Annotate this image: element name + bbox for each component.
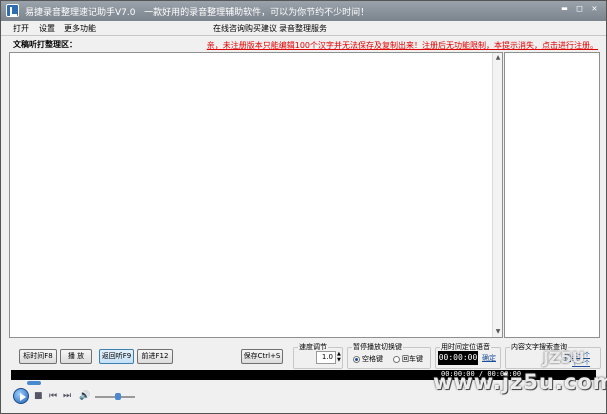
mark-time-button[interactable]: 标时间F8: [19, 349, 57, 364]
space-key-radio[interactable]: 空格键: [353, 354, 383, 364]
menu-open[interactable]: 打开: [13, 23, 29, 34]
stop-icon[interactable]: ■: [34, 391, 43, 401]
speed-input[interactable]: 1.0: [316, 351, 336, 364]
menu-service[interactable]: 录音整理服务: [279, 23, 327, 34]
menu-settings[interactable]: 设置: [39, 23, 55, 34]
menu-consult[interactable]: 在线咨询购买建议: [213, 23, 277, 34]
editor-header: 文稿听打整理区： 亲，未注册版本只能编辑100个汉字并无法保存及复制出来！注册后…: [1, 35, 606, 51]
transcript-textarea[interactable]: ▲ ▼: [9, 52, 503, 338]
control-strip: 标时间F8 播 放 返回听F9 前进F12 保存Ctrl+S 速度调节 1.0 …: [1, 339, 606, 369]
scroll-down-icon[interactable]: ▼: [494, 328, 502, 336]
seek-bar[interactable]: [11, 381, 596, 387]
menu-more[interactable]: 更多功能: [64, 23, 96, 34]
search-label: 内容文字搜索查询: [510, 342, 568, 352]
enter-key-radio[interactable]: 回车键: [393, 354, 423, 364]
speed-stepper-icon[interactable]: ▲ ▼: [337, 351, 341, 363]
scroll-up-icon[interactable]: ▲: [494, 54, 502, 62]
search-results-panel[interactable]: [504, 52, 600, 338]
locate-confirm-button[interactable]: 确定: [482, 353, 496, 363]
player-controls: ■ ⏮ ⏭ 🔊: [11, 388, 211, 406]
search-next-link[interactable]: 下一个: [572, 358, 590, 367]
save-button[interactable]: 保存Ctrl+S: [241, 349, 283, 364]
pause-switch-label: 暂停播放切换键: [352, 342, 403, 352]
editor-scrollbar[interactable]: ▲ ▼: [492, 53, 502, 337]
minimize-button[interactable]: ▬: [559, 4, 570, 15]
prev-icon[interactable]: ⏮: [49, 391, 57, 401]
player-time: 00:00:00 / 00:00:00: [441, 370, 522, 378]
pause-switch-group: 暂停播放切换键 空格键 回车键: [347, 342, 431, 369]
window-title: 易捷录音整理速记助手V7.0 一款好用的录音整理辅助软件，可以为你节约不少时间！: [25, 8, 370, 18]
maximize-button[interactable]: □: [574, 4, 585, 15]
next-icon[interactable]: ⏭: [63, 391, 71, 401]
register-notice-link[interactable]: 亲，未注册版本只能编辑100个汉字并无法保存及复制出来！注册后无功能限制，本提示…: [207, 40, 598, 51]
volume-handle[interactable]: [115, 393, 121, 400]
app-window: 易捷录音整理速记助手V7.0 一款好用的录音整理辅助软件，可以为你节约不少时间！…: [0, 0, 607, 414]
radio-on-icon: [353, 355, 360, 363]
volume-icon[interactable]: 🔊: [79, 391, 90, 401]
close-button[interactable]: ✕: [589, 4, 600, 15]
time-locate-group: 用时间定位语音 00:00:00 确定: [435, 342, 501, 369]
speed-group: 速度调节 1.0 ▲ ▼: [293, 342, 343, 369]
menu-bar: 打开 设置 更多功能 在线咨询购买建议 录音整理服务: [1, 21, 606, 35]
seek-handle[interactable]: [27, 381, 41, 385]
back-listen-button[interactable]: 返回听F9: [99, 349, 134, 364]
app-logo-icon: [6, 4, 19, 17]
editor-label: 文稿听打整理区：: [13, 40, 77, 49]
title-bar: 易捷录音整理速记助手V7.0 一款好用的录音整理辅助软件，可以为你节约不少时间！…: [1, 1, 606, 21]
play-button[interactable]: 播 放: [60, 349, 92, 364]
search-group: 内容文字搜索查询 搜 上一个 下一个: [505, 342, 601, 369]
search-button[interactable]: 搜: [564, 353, 571, 363]
locate-time-input[interactable]: 00:00:00: [438, 351, 478, 365]
forward-button[interactable]: 前进F12: [137, 349, 173, 364]
radio-off-icon: [393, 355, 400, 363]
play-icon[interactable]: [13, 388, 29, 404]
